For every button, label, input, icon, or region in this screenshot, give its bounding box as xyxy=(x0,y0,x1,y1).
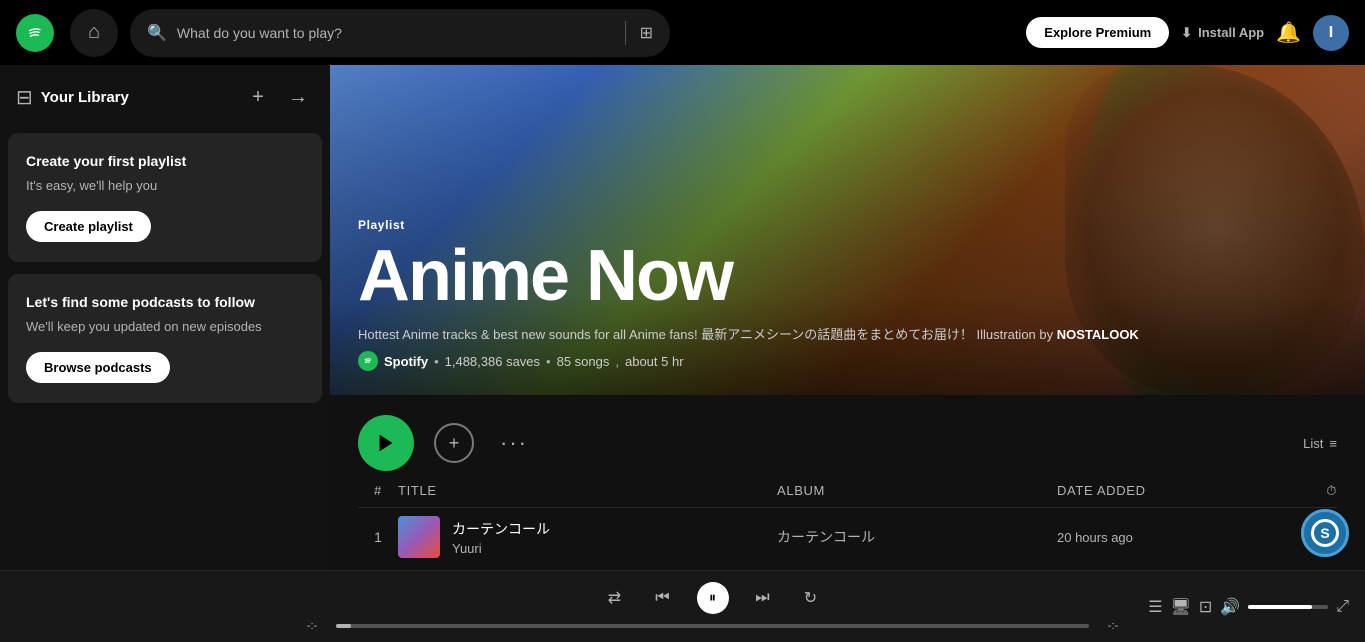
sidebar: ⊟ Your Library + → Create your first pla… xyxy=(0,65,330,570)
nav-right: Explore Premium ⬇ Install App 🔔 I xyxy=(1026,15,1349,51)
track-thumbnail xyxy=(398,516,440,558)
find-podcasts-title: Let's find some podcasts to follow xyxy=(26,294,304,310)
find-podcasts-desc: We'll keep you updated on new episodes xyxy=(26,318,304,336)
playlist-description: Hottest Anime tracks & best new sounds f… xyxy=(358,324,1337,343)
shazam-inner: S xyxy=(1311,519,1339,547)
library-expand-button[interactable]: → xyxy=(282,81,314,113)
next-button[interactable]: ⏭ xyxy=(749,584,777,612)
track-info: カーテンコール Yuuri xyxy=(398,516,777,558)
create-playlist-card: Create your first playlist It's easy, we… xyxy=(8,133,322,262)
main-content: Playlist Anime Now Hottest Anime tracks … xyxy=(330,65,1365,570)
header-duration: ⏱ xyxy=(1257,483,1337,499)
table-row[interactable]: 1 カーテンコール Yuuri カーテンコール 20 hours ago 4:0… xyxy=(358,508,1337,566)
devices-button[interactable]: 🖥 xyxy=(1171,597,1191,617)
bottom-player: ⇄ ⏮ ⏸ ⏭ ↻ -:- -:- ☰ 🖥 ⊡ 🔊 ⤢ xyxy=(0,570,1365,642)
shazam-circle[interactable]: S xyxy=(1301,509,1349,557)
header-date-added: Date added xyxy=(1057,483,1257,499)
library-icon: ⊟ xyxy=(16,85,33,110)
list-view-button[interactable]: List ≡ xyxy=(1303,436,1337,451)
volume-button[interactable]: 🔊 xyxy=(1220,597,1240,617)
controls-row: + ··· List ≡ xyxy=(330,395,1365,483)
create-playlist-desc: It's easy, we'll help you xyxy=(26,177,304,195)
fullscreen-button[interactable]: ⤢ xyxy=(1336,598,1349,616)
library-add-button[interactable]: + xyxy=(242,81,274,113)
player-right: ☰ 🖥 ⊡ 🔊 ⤢ xyxy=(1129,597,1349,617)
repeat-button[interactable]: ↻ xyxy=(797,584,825,612)
table-header: # Title Album Date added ⏱ xyxy=(358,483,1337,508)
library-actions: + → xyxy=(242,81,314,113)
duration: about 5 hr xyxy=(625,354,684,369)
track-artist: Yuuri xyxy=(452,541,550,556)
playlist-title: Anime Now xyxy=(358,240,1337,312)
browse-podcasts-button[interactable]: Browse podcasts xyxy=(26,352,170,383)
home-button[interactable]: ⌂ xyxy=(70,9,118,57)
download-icon: ⬇ xyxy=(1181,25,1192,41)
spotify-small-logo xyxy=(358,351,378,371)
find-podcasts-card: Let's find some podcasts to follow We'll… xyxy=(8,274,322,403)
song-count: 85 songs xyxy=(557,354,610,369)
create-playlist-button[interactable]: Create playlist xyxy=(26,211,151,242)
track-name: カーテンコール xyxy=(452,519,550,539)
library-search-icon: ⊞ xyxy=(640,23,653,43)
notifications-button[interactable]: 🔔 xyxy=(1276,20,1301,45)
install-app-button[interactable]: ⬇ Install App xyxy=(1181,25,1264,41)
player-controls: ⇄ ⏮ ⏸ ⏭ ↻ xyxy=(601,582,825,614)
library-header: ⊟ Your Library + → xyxy=(0,65,330,125)
main-layout: ⊟ Your Library + → Create your first pla… xyxy=(0,65,1365,570)
saves-count: 1,488,386 saves xyxy=(445,354,540,369)
volume-bar[interactable] xyxy=(1248,605,1328,609)
header-title: Title xyxy=(398,483,777,499)
player-center: ⇄ ⏮ ⏸ ⏭ ↻ -:- -:- xyxy=(296,582,1129,632)
curator-name: Spotify xyxy=(384,354,428,369)
playlist-meta: Spotify • 1,488,386 saves • 85 songs , a… xyxy=(358,351,1337,371)
playlist-type-label: Playlist xyxy=(358,218,1337,232)
header-album: Album xyxy=(777,483,1057,499)
explore-premium-button[interactable]: Explore Premium xyxy=(1026,17,1169,48)
track-table: # Title Album Date added ⏱ 1 カーテンコール Yuu… xyxy=(330,483,1365,570)
shuffle-button[interactable]: ⇄ xyxy=(601,584,629,612)
add-to-library-button[interactable]: + xyxy=(434,423,474,463)
hero-info: Playlist Anime Now Hottest Anime tracks … xyxy=(330,194,1365,395)
progress-fill xyxy=(336,624,351,628)
current-time: -:- xyxy=(296,620,328,632)
track-album: カーテンコール xyxy=(777,527,1057,547)
search-divider xyxy=(625,21,626,45)
search-icon: 🔍 xyxy=(147,23,167,43)
volume-fill xyxy=(1248,605,1312,609)
more-options-button[interactable]: ··· xyxy=(494,423,534,463)
total-time: -:- xyxy=(1097,620,1129,632)
progress-row: -:- -:- xyxy=(296,620,1129,632)
topnav: ⌂ 🔍 ⊞ Explore Premium ⬇ Install App 🔔 I xyxy=(0,0,1365,65)
play-pause-button[interactable]: ⏸ xyxy=(697,582,729,614)
previous-button[interactable]: ⏮ xyxy=(649,584,677,612)
track-date-added: 20 hours ago xyxy=(1057,530,1257,545)
spotify-logo[interactable] xyxy=(16,14,54,52)
playlist-hero: Playlist Anime Now Hottest Anime tracks … xyxy=(330,65,1365,395)
queue-button[interactable]: ☰ xyxy=(1148,597,1162,617)
search-bar[interactable]: 🔍 ⊞ xyxy=(130,9,670,57)
header-num: # xyxy=(358,483,398,499)
create-playlist-title: Create your first playlist xyxy=(26,153,304,169)
user-avatar[interactable]: I xyxy=(1313,15,1349,51)
nav-icons: ⌂ xyxy=(70,9,118,57)
play-button[interactable] xyxy=(358,415,414,471)
library-title: Your Library xyxy=(41,89,234,106)
search-input[interactable] xyxy=(177,25,611,41)
progress-bar[interactable] xyxy=(336,624,1089,628)
list-view-icon: ≡ xyxy=(1329,436,1337,451)
track-number: 1 xyxy=(358,529,398,545)
lyrics-button[interactable]: ⊡ xyxy=(1199,597,1212,617)
